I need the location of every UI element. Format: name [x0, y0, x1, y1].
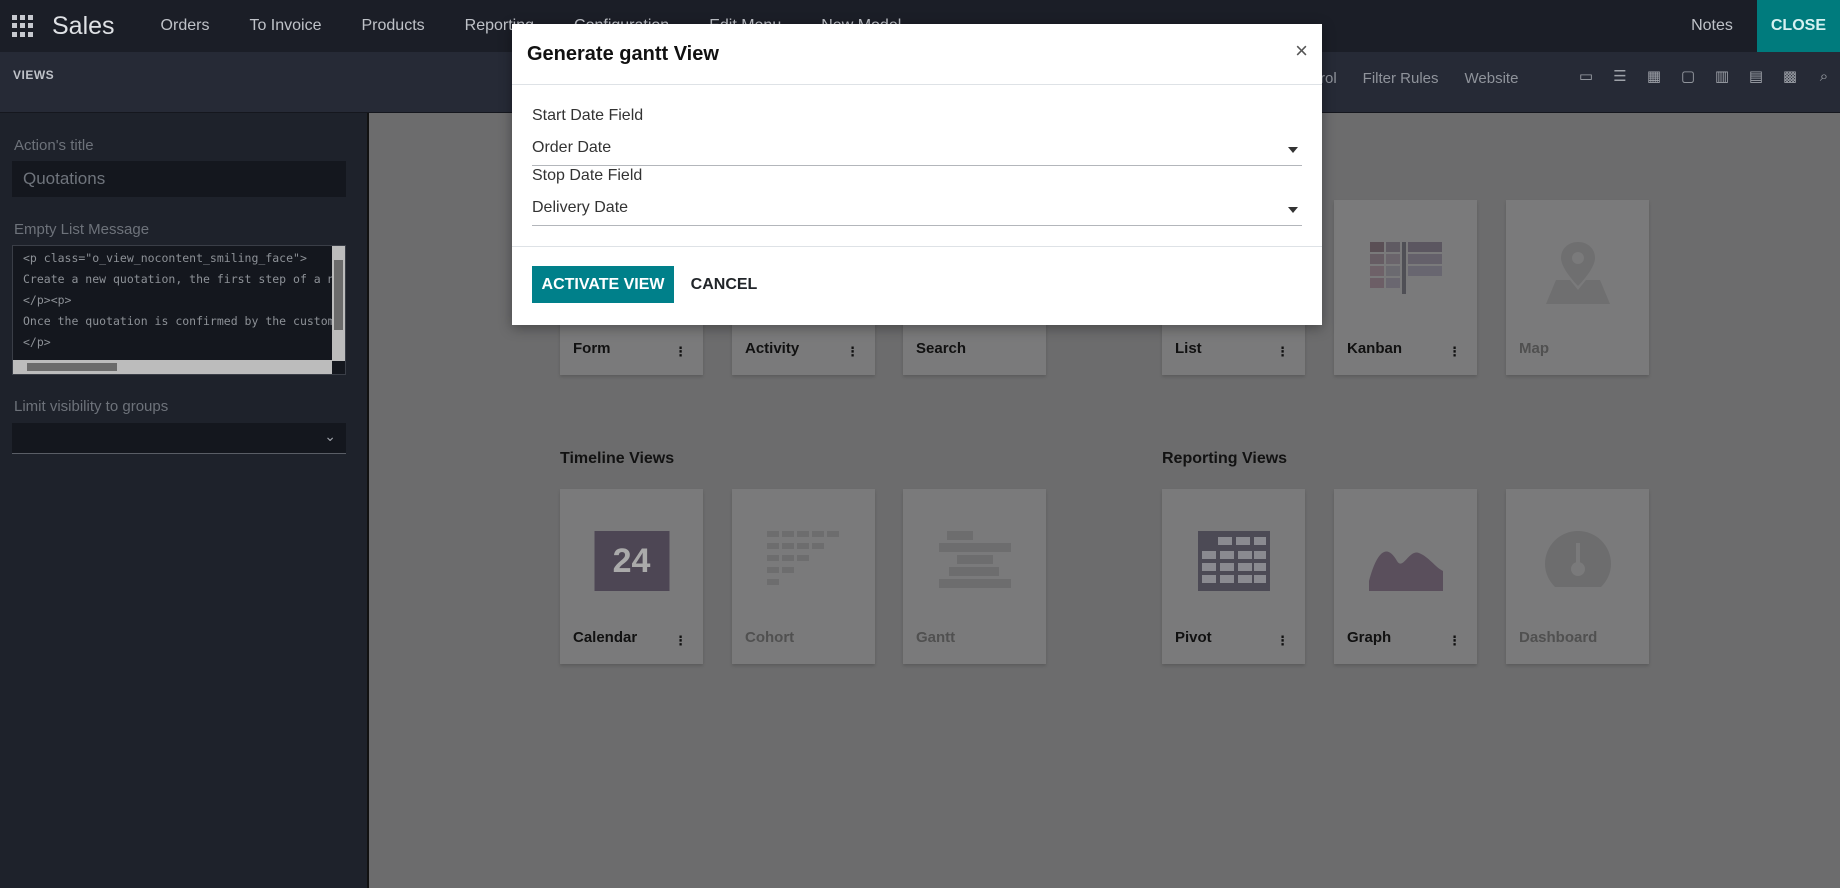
- activate-view-button[interactable]: ACTIVATE VIEW: [532, 266, 674, 303]
- view-card-graph[interactable]: Graph ⋮: [1334, 489, 1477, 664]
- grid-view-icon[interactable]: ▩: [1780, 68, 1800, 86]
- app-brand[interactable]: Sales: [52, 12, 115, 41]
- code-line: Once the quotation is confirmed by the c…: [23, 314, 335, 328]
- horizontal-scrollbar[interactable]: [13, 360, 332, 374]
- card-label: Cohort: [745, 629, 795, 646]
- vertical-scrollbar[interactable]: [332, 246, 345, 361]
- view-card-gantt[interactable]: Gantt: [903, 489, 1046, 664]
- code-line: </p>: [23, 335, 51, 349]
- map-icon: [1545, 242, 1610, 304]
- card-label: Dashboard: [1519, 629, 1598, 646]
- kebab-menu-icon[interactable]: ⋮: [1448, 634, 1461, 647]
- section-reporting-views: Reporting Views: [1162, 450, 1288, 467]
- caret-down-icon: [1288, 147, 1298, 153]
- card-label: Graph: [1347, 629, 1392, 646]
- close-icon[interactable]: ×: [1295, 38, 1308, 64]
- card-label: Gantt: [916, 629, 956, 646]
- kebab-menu-icon[interactable]: ⋮: [674, 345, 687, 358]
- tab-website[interactable]: Website: [1465, 70, 1519, 87]
- cancel-button[interactable]: CANCEL: [680, 266, 768, 303]
- kebab-menu-icon[interactable]: ⋮: [1276, 634, 1289, 647]
- views-label: VIEWS: [13, 68, 55, 82]
- kebab-menu-icon[interactable]: ⋮: [674, 634, 687, 647]
- menu-products[interactable]: Products: [362, 17, 425, 35]
- calendar-icon: 24: [594, 531, 669, 591]
- groups-label: Limit visibility to groups: [14, 398, 169, 415]
- tab-access-control[interactable]: rol: [1320, 70, 1337, 87]
- graph-view-icon[interactable]: ▥: [1712, 68, 1732, 86]
- card-label: Pivot: [1175, 629, 1212, 646]
- action-title-label: Action's title: [14, 137, 94, 154]
- view-card-dashboard[interactable]: Dashboard: [1506, 489, 1649, 664]
- view-card-pivot[interactable]: Pivot ⋮: [1162, 489, 1305, 664]
- menu-notes[interactable]: Notes: [1691, 17, 1733, 35]
- view-card-cohort[interactable]: Cohort: [732, 489, 875, 664]
- view-card-kanban[interactable]: Kanban ⋮: [1334, 200, 1477, 375]
- view-card-calendar[interactable]: 24 Calendar ⋮: [560, 489, 703, 664]
- kebab-menu-icon[interactable]: ⋮: [1448, 345, 1461, 358]
- code-line: <p class="o_view_nocontent_smiling_face"…: [23, 251, 307, 265]
- stop-date-select[interactable]: Delivery Date: [532, 199, 1302, 226]
- calendar-view-icon[interactable]: ▢: [1678, 68, 1698, 86]
- pivot-view-icon[interactable]: ▤: [1746, 68, 1766, 86]
- start-date-select[interactable]: Order Date: [532, 139, 1302, 166]
- menu-to-invoice[interactable]: To Invoice: [249, 17, 321, 35]
- card-label: Activity: [745, 340, 800, 357]
- tab-filter-rules[interactable]: Filter Rules: [1363, 70, 1439, 87]
- list-view-icon[interactable]: ☰: [1610, 68, 1630, 86]
- dialog-title: Generate gantt View: [527, 43, 719, 65]
- start-date-value: Order Date: [532, 139, 612, 156]
- card-label: List: [1175, 340, 1202, 357]
- dashboard-icon: [1544, 531, 1611, 587]
- kanban-icon: [1369, 242, 1442, 294]
- form-view-icon[interactable]: ▭: [1576, 68, 1596, 86]
- view-card-map[interactable]: Map: [1506, 200, 1649, 375]
- stop-date-label: Stop Date Field: [532, 167, 643, 184]
- caret-down-icon: [1288, 207, 1298, 213]
- menu-orders[interactable]: Orders: [161, 17, 210, 35]
- code-line: Create a new quotation, the first step o…: [23, 272, 335, 286]
- kanban-view-icon[interactable]: ▦: [1644, 68, 1664, 86]
- code-line: </p><p>: [23, 293, 72, 307]
- empty-message-textarea[interactable]: <p class="o_view_nocontent_smiling_face"…: [12, 245, 346, 375]
- card-label: Calendar: [573, 629, 638, 646]
- kebab-menu-icon[interactable]: ⋮: [1276, 345, 1289, 358]
- card-label: Search: [916, 340, 967, 357]
- apps-menu-icon[interactable]: [12, 15, 34, 37]
- action-title-input[interactable]: Quotations: [12, 161, 346, 197]
- start-date-label: Start Date Field: [532, 107, 644, 124]
- generate-view-dialog: Generate gantt View × Start Date Field O…: [512, 24, 1322, 325]
- section-timeline-views: Timeline Views: [560, 450, 675, 467]
- gantt-icon: [938, 531, 1011, 588]
- kebab-menu-icon[interactable]: ⋮: [846, 345, 859, 358]
- card-label: Map: [1519, 340, 1549, 357]
- cohort-icon: [766, 531, 839, 585]
- chevron-down-icon: ⌄: [324, 428, 336, 444]
- graph-icon: [1368, 551, 1443, 591]
- sidebar-panel: Action's title Quotations Empty List Mes…: [0, 113, 369, 888]
- search-icon[interactable]: ⌕: [1814, 68, 1834, 86]
- card-label: Kanban: [1347, 340, 1403, 357]
- stop-date-value: Delivery Date: [532, 199, 629, 216]
- empty-message-label: Empty List Message: [14, 221, 150, 238]
- pivot-icon: [1197, 531, 1270, 591]
- card-label: Form: [573, 340, 611, 357]
- close-studio-button[interactable]: CLOSE: [1756, 0, 1840, 52]
- groups-select[interactable]: ⌄: [12, 423, 346, 454]
